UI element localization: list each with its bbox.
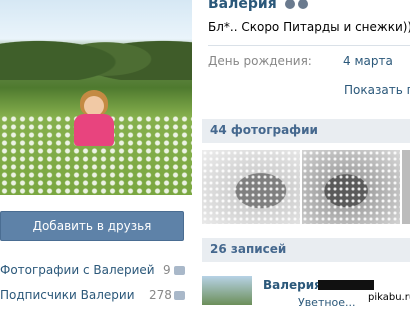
redacted-name xyxy=(318,280,374,290)
photo-thumbnail[interactable] xyxy=(202,150,300,224)
emoji-icon xyxy=(297,0,308,9)
photo-thumbnail[interactable] xyxy=(402,150,410,224)
sidebar-link-followers[interactable]: Подписчики Валерии 278 xyxy=(0,288,192,306)
profile-status: Бл*.. Скоро Питарды и снежки))) xyxy=(208,20,410,34)
divider xyxy=(208,45,410,46)
profile-photo[interactable] xyxy=(0,0,192,195)
users-icon xyxy=(174,291,185,300)
camera-icon xyxy=(174,266,185,275)
watermark: pikabu.ru xyxy=(366,292,410,303)
profile-name: Валерия xyxy=(208,0,308,12)
birthday-value[interactable]: 4 марта xyxy=(343,54,393,68)
add-friend-button[interactable]: Добавить в друзья xyxy=(0,211,184,241)
wall-header[interactable]: 26 записей xyxy=(202,238,410,262)
photo-trees xyxy=(0,20,192,80)
sidebar-link-photos-with[interactable]: Фотографии с Валерией 9 xyxy=(0,263,192,281)
photo-person xyxy=(72,90,116,152)
post-subtitle[interactable]: Уветное... xyxy=(298,296,356,309)
emoji-icon xyxy=(284,0,295,9)
sidebar-link-label: Подписчики Валерии xyxy=(0,288,135,302)
photo-thumbnail[interactable] xyxy=(302,150,400,224)
sidebar-link-label: Фотографии с Валерией xyxy=(0,263,155,277)
sidebar-link-count: 278 xyxy=(149,288,172,302)
sidebar-link-count: 9 xyxy=(163,263,171,277)
birthday-label: День рождения: xyxy=(208,54,312,68)
post-avatar[interactable] xyxy=(202,276,252,305)
show-more-link[interactable]: Показать по xyxy=(344,83,410,97)
post-author[interactable]: Валерия xyxy=(263,278,322,292)
photos-header[interactable]: 44 фотографии xyxy=(202,119,410,143)
